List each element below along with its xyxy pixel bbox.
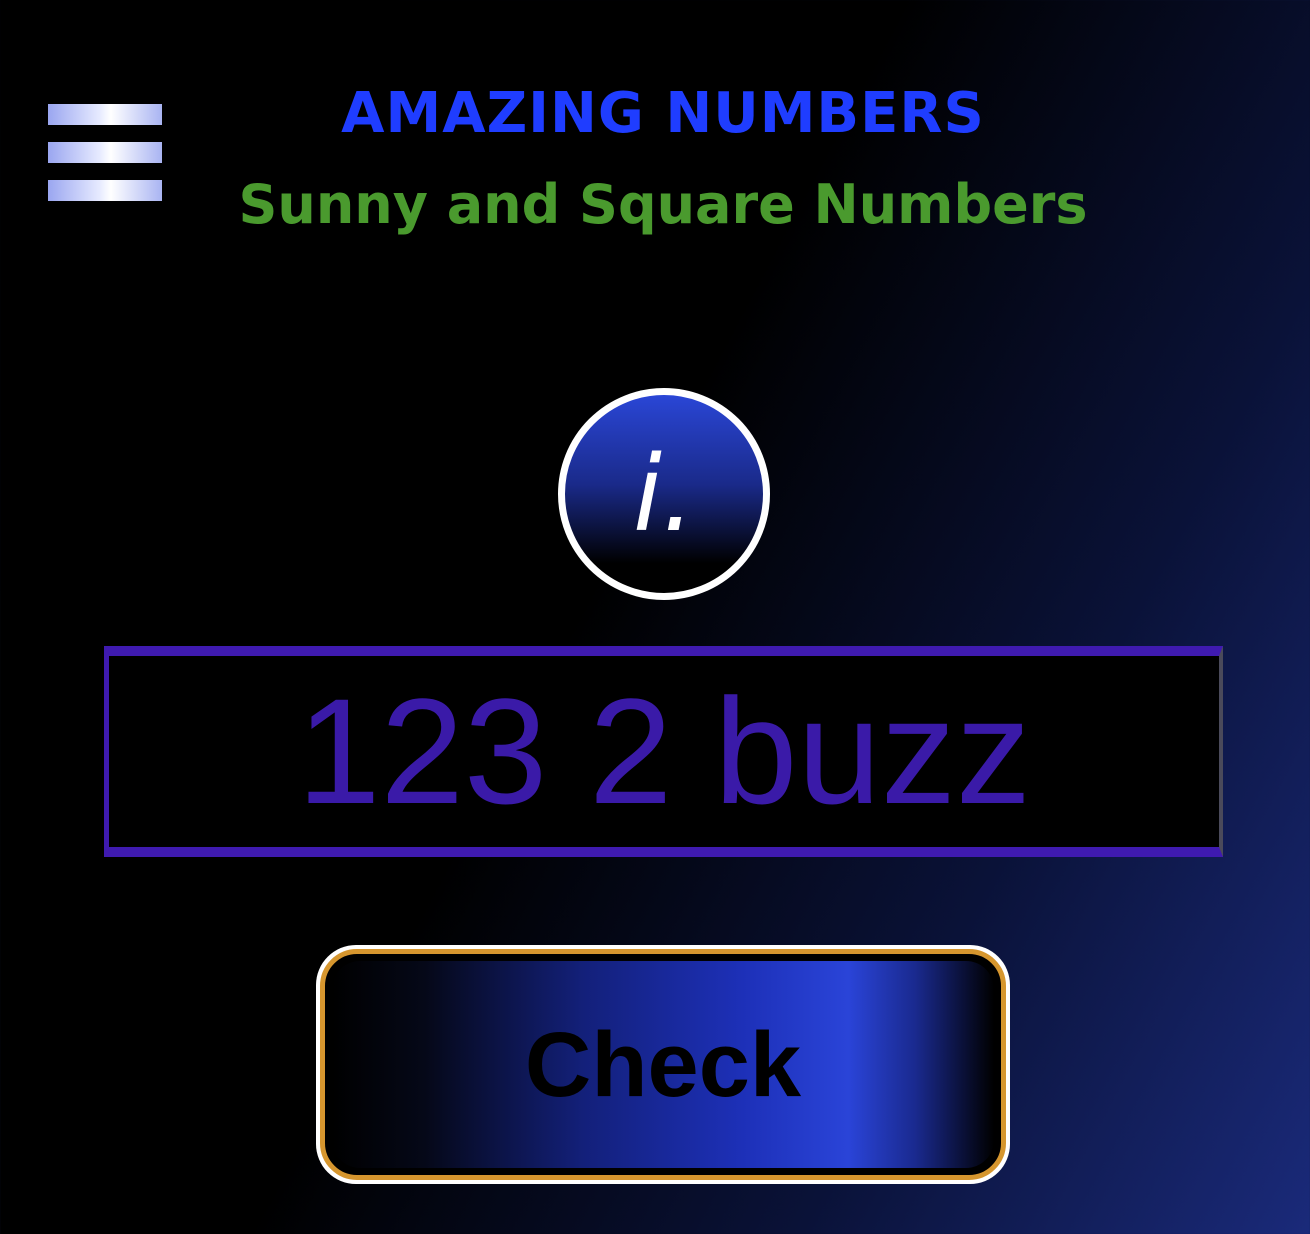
page-title: AMAZING NUMBERS <box>341 81 985 146</box>
number-input[interactable] <box>104 646 1223 857</box>
check-button-frame: Check <box>320 949 1006 1180</box>
check-button-label: Check <box>524 1013 802 1116</box>
check-button-face: Check <box>332 961 994 1168</box>
info-button[interactable]: i. <box>558 388 770 600</box>
check-button[interactable]: Check <box>316 945 1010 1184</box>
info-icon: i. <box>633 433 695 555</box>
page-subtitle: Sunny and Square Numbers <box>238 173 1088 236</box>
